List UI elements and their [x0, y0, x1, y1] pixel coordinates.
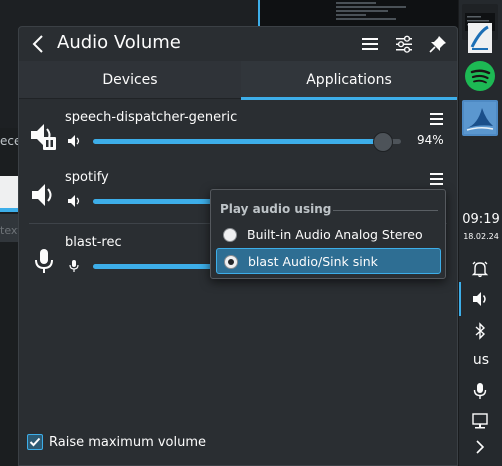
- raise-max-volume-label: Raise maximum volume: [49, 434, 207, 450]
- pin-icon: [429, 36, 446, 53]
- tray-network[interactable]: [469, 410, 491, 432]
- menu-item-label: Built-in Audio Analog Stereo: [247, 227, 423, 242]
- play-audio-using-menu: Play audio using Built-in Audio Analog S…: [210, 189, 446, 279]
- back-button[interactable]: [29, 33, 47, 55]
- taskbar-item-document[interactable]: [462, 20, 498, 56]
- radio-button[interactable]: [223, 228, 237, 242]
- mute-toggle-icon[interactable]: [67, 259, 81, 273]
- alarm-bell-icon: [471, 261, 489, 278]
- document-app-icon: [468, 23, 492, 53]
- stream-name: spotify: [65, 170, 109, 185]
- menu-item-builtin-audio[interactable]: Built-in Audio Analog Stereo: [216, 222, 441, 248]
- taskbar-item-wireshark[interactable]: [462, 100, 498, 136]
- raise-max-volume-option[interactable]: Raise maximum volume: [27, 432, 206, 452]
- speaker-icon: [32, 184, 52, 206]
- checkmark-icon: [29, 437, 41, 447]
- volume-slider[interactable]: [93, 132, 401, 152]
- volume-slider-fill: [93, 199, 217, 204]
- menu-item-blast-sink[interactable]: blast Audio/Sink sink: [216, 248, 441, 274]
- menu-item-label: blast Audio/Sink sink: [248, 254, 378, 269]
- speaker-icon: [473, 292, 486, 306]
- pin-button[interactable]: [427, 33, 449, 55]
- tray-audio-volume[interactable]: [469, 288, 491, 310]
- tray-expand-button[interactable]: [469, 436, 491, 458]
- tab-bar: Devices Applications: [19, 61, 457, 100]
- stream-menu-button[interactable]: [427, 111, 447, 127]
- tab-devices-label: Devices: [102, 72, 158, 88]
- chevron-right-icon: [476, 440, 485, 454]
- hamburger-icon: [362, 38, 378, 50]
- microphone-icon: [35, 249, 53, 273]
- stream-speech-dispatcher: speech-dispatcher-generic 94%: [19, 107, 457, 171]
- microphone-icon: [473, 383, 487, 399]
- chevron-left-icon: [32, 35, 43, 53]
- clock-date[interactable]: 18.02.24: [459, 232, 502, 241]
- speaker-paused-icon: [31, 124, 56, 150]
- tray-bluetooth[interactable]: [469, 320, 491, 342]
- radio-dot: [228, 259, 234, 265]
- volume-slider-handle[interactable]: [372, 132, 393, 152]
- hamburger-menu-button[interactable]: [359, 33, 381, 55]
- taskbar-item-spotify[interactable]: [462, 58, 498, 94]
- volume-slider-fill: [93, 139, 383, 144]
- mute-toggle-icon[interactable]: [67, 134, 81, 148]
- menu-section-rule: [333, 210, 438, 211]
- page-title: Audio Volume: [57, 32, 181, 53]
- sliders-icon: [396, 35, 412, 53]
- background-window-text-2: text: [0, 224, 18, 237]
- tray-keyboard-layout[interactable]: us: [459, 352, 502, 368]
- active-tab-indicator: [241, 97, 457, 100]
- tray-microphone[interactable]: [469, 380, 491, 402]
- menu-section-title: Play audio using: [220, 202, 332, 216]
- stream-name: speech-dispatcher-generic: [65, 110, 238, 125]
- tab-applications-label: Applications: [306, 72, 392, 88]
- background-terminal: [258, 0, 458, 28]
- background-window-text: ece: [0, 134, 18, 148]
- stream-menu-button[interactable]: [427, 171, 447, 187]
- clock-time[interactable]: 09:19: [459, 212, 502, 227]
- configure-button[interactable]: [393, 33, 415, 55]
- system-tray-panel: 09:19 18.02.24 us: [458, 0, 502, 466]
- volume-slider-fill: [93, 264, 217, 269]
- tray-notifications[interactable]: [469, 258, 491, 280]
- mute-toggle-icon[interactable]: [67, 194, 81, 208]
- spotify-icon: [465, 61, 495, 91]
- network-computer-icon: [472, 413, 488, 429]
- panel-header: Audio Volume: [19, 27, 457, 63]
- tab-applications[interactable]: Applications: [241, 61, 457, 100]
- volume-percent: 94%: [417, 133, 444, 147]
- stream-name: blast-rec: [65, 235, 122, 250]
- bluetooth-icon: [475, 322, 486, 340]
- raise-max-volume-checkbox[interactable]: [27, 434, 43, 450]
- active-tray-indicator: [459, 282, 461, 316]
- tab-devices[interactable]: Devices: [19, 61, 241, 99]
- radio-button-selected[interactable]: [224, 255, 238, 269]
- shark-fin-icon: [464, 102, 496, 134]
